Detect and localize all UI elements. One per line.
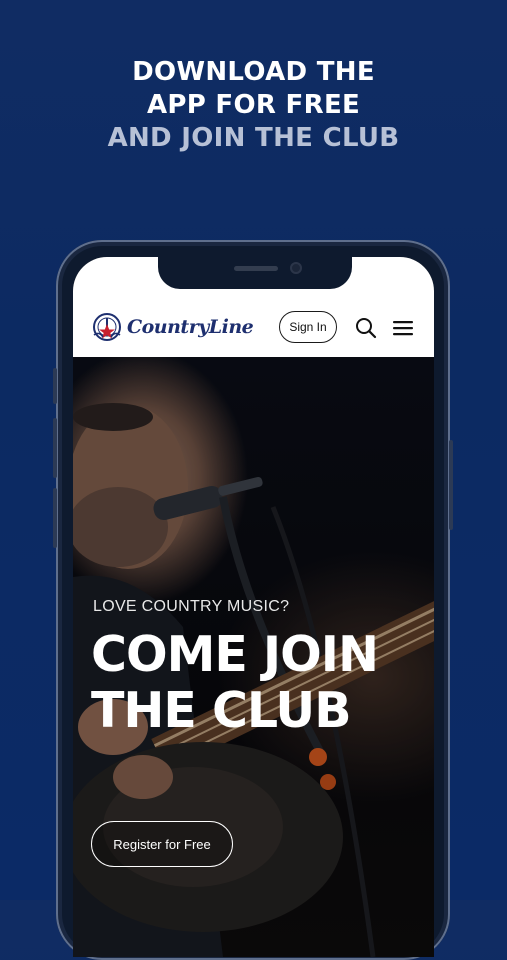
- register-button[interactable]: Register for Free: [91, 821, 233, 867]
- phone-screen: CountryLine Sign In LOVE COUNTRY MUSIC? …: [73, 257, 434, 957]
- promo-line-1: DOWNLOAD THE: [132, 57, 375, 87]
- sign-in-button[interactable]: Sign In: [279, 311, 337, 343]
- hero-headline-line-2: THE CLUB: [91, 682, 352, 739]
- phone-notch: [158, 257, 352, 289]
- search-icon[interactable]: [355, 317, 377, 339]
- hero-headline: COME JOIN THE CLUB: [91, 627, 431, 739]
- menu-icon[interactable]: [393, 319, 413, 337]
- phone-side-button: [53, 368, 57, 404]
- promo-line-2: APP FOR FREE: [146, 90, 361, 120]
- promo-line-3: AND JOIN THE CLUB: [107, 123, 400, 153]
- logo-emblem-icon: [93, 313, 121, 341]
- countryline-logo[interactable]: CountryLine: [91, 311, 254, 343]
- phone-side-button: [53, 488, 57, 548]
- promo-heading: DOWNLOAD THE APP FOR FREE AND JOIN THE C…: [0, 56, 507, 155]
- hero-kicker: LOVE COUNTRY MUSIC?: [93, 598, 290, 615]
- hero-banner: LOVE COUNTRY MUSIC? COME JOIN THE CLUB R…: [73, 357, 434, 957]
- phone-side-button: [449, 440, 453, 530]
- phone-side-button: [53, 418, 57, 478]
- logo-wordmark: CountryLine: [127, 316, 254, 338]
- speaker-grille: [234, 266, 278, 271]
- front-camera: [290, 262, 302, 274]
- hero-headline-line-1: COME JOIN: [91, 626, 379, 683]
- phone-mockup: CountryLine Sign In LOVE COUNTRY MUSIC? …: [53, 240, 453, 960]
